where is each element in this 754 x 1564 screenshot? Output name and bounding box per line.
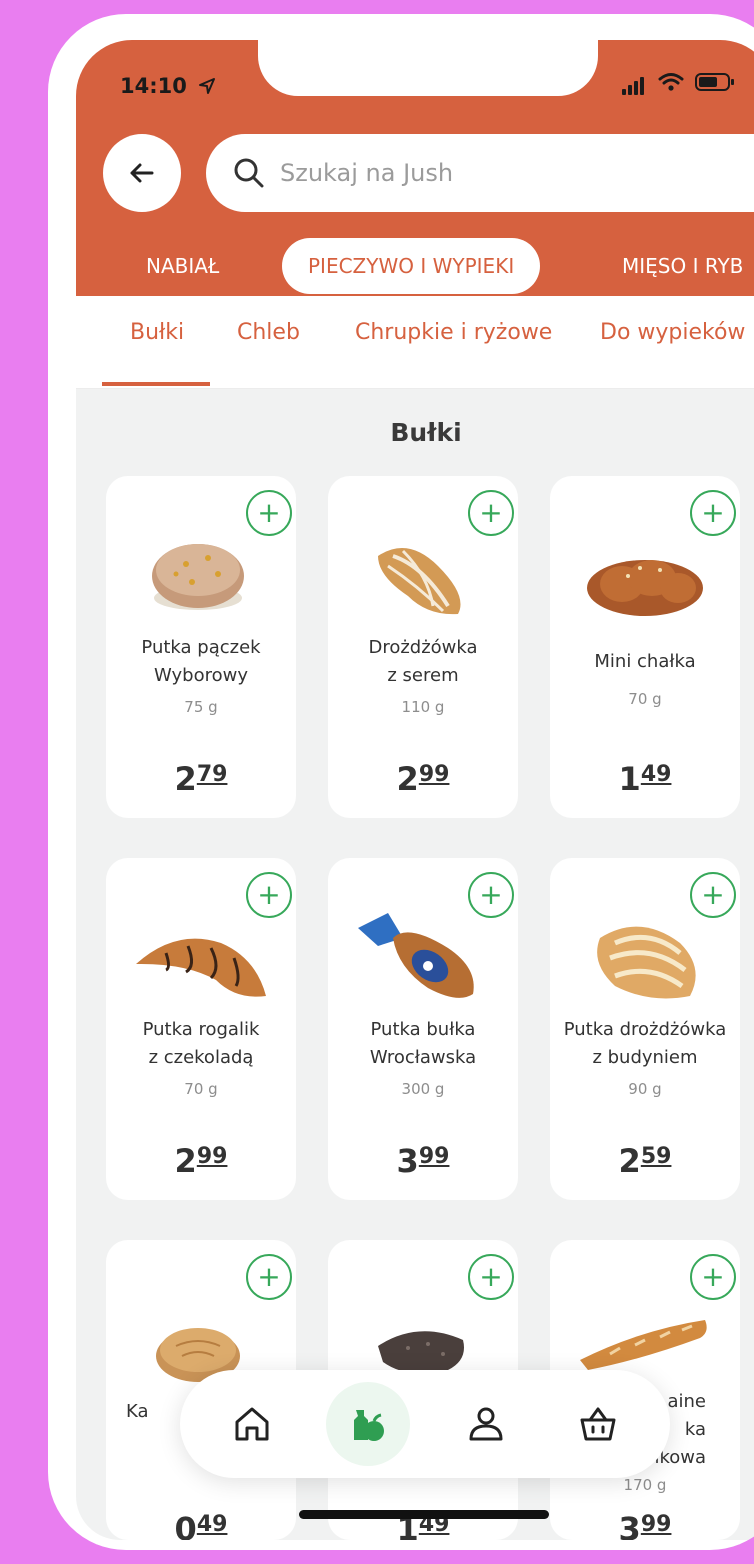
status-icons	[622, 72, 735, 95]
price-decimal: 99	[196, 1144, 228, 1169]
product-price: 259	[550, 1142, 740, 1180]
product-card[interactable]: + Mini chałka 70 g 149	[550, 476, 740, 818]
product-name-line: Mini chałka	[594, 651, 696, 672]
product-name: Putka bułka Wrocławska	[334, 1016, 512, 1072]
phone-frame: 14:10 Szukaj na Jush NABIAŁ PIECZYWO I W…	[48, 14, 754, 1550]
product-name-line: z czekoladą	[148, 1047, 254, 1068]
product-price: 399	[328, 1142, 518, 1180]
product-image-pastry	[378, 548, 461, 615]
product-name: Mini chałka	[556, 648, 734, 676]
price-integer: 3	[618, 1510, 641, 1540]
status-time-text: 14:10	[120, 74, 187, 98]
profile-icon	[469, 1407, 503, 1441]
price-integer: 2	[174, 760, 197, 798]
app-screen: 14:10 Szukaj na Jush NABIAŁ PIECZYWO I W…	[76, 40, 754, 1540]
subcategory-tabs: Bułki Chleb Chrupkie i ryżowe Do wypiekó…	[76, 296, 754, 389]
product-weight: 90 g	[628, 1080, 662, 1098]
product-image-croissant	[136, 938, 266, 997]
nav-profile[interactable]	[444, 1382, 528, 1466]
product-weight: 75 g	[184, 698, 218, 716]
location-arrow-icon	[199, 78, 216, 94]
product-name: Drożdżówka z serem	[334, 634, 512, 690]
search-input[interactable]: Szukaj na Jush	[206, 134, 754, 212]
product-name-line: z budyniem	[592, 1047, 698, 1068]
product-card[interactable]: + Putka pączek Wyborowy 75 g 279	[106, 476, 296, 818]
product-name-line: Putka drożdżówka	[563, 1019, 727, 1040]
product-name-line: Putka rogalik	[142, 1019, 260, 1040]
nav-groceries[interactable]	[326, 1382, 410, 1466]
back-button[interactable]	[103, 134, 181, 212]
category-tabs: NABIAŁ PIECZYWO I WYPIEKI MIĘSO I RYB	[76, 238, 754, 294]
status-time: 14:10	[120, 74, 216, 98]
price-decimal: 49	[640, 762, 672, 787]
product-weight: 110 g	[401, 698, 445, 716]
home-indicator	[299, 1510, 549, 1519]
price-integer: 0	[174, 1510, 197, 1540]
price-integer: 2	[618, 1142, 641, 1180]
product-price: 279	[106, 760, 296, 798]
product-name-line: Ka	[126, 1401, 149, 1422]
price-integer: 1	[618, 760, 641, 798]
product-image-danish	[597, 926, 696, 999]
subtab-chrupkie[interactable]: Chrupkie i ryżowe	[355, 320, 552, 345]
price-decimal: 59	[640, 1144, 672, 1169]
active-subtab-indicator	[102, 382, 210, 386]
product-price: 049	[106, 1510, 296, 1540]
product-name-line: Drożdżówka	[368, 637, 478, 658]
section-title: Bułki	[390, 418, 462, 447]
bottom-navigation	[180, 1370, 670, 1478]
home-icon	[235, 1407, 269, 1441]
price-decimal: 99	[418, 762, 450, 787]
price-integer: 2	[174, 1142, 197, 1180]
product-name-line: Putka bułka	[370, 1019, 476, 1040]
search-icon	[234, 158, 264, 188]
product-name-line: Putka pączek	[141, 637, 261, 658]
product-card[interactable]: + Drożdżówka z serem 110 g 299	[328, 476, 518, 818]
cellular-signal-icon	[622, 74, 652, 95]
nav-home[interactable]	[210, 1382, 294, 1466]
notch	[258, 40, 598, 96]
product-weight: 70 g	[184, 1080, 218, 1098]
product-price: 399	[550, 1510, 740, 1540]
price-integer: 3	[396, 1142, 419, 1180]
price-integer: 2	[396, 760, 419, 798]
product-image-challah	[587, 560, 703, 616]
subtab-bulki[interactable]: Bułki	[130, 320, 184, 345]
price-decimal: 79	[196, 762, 228, 787]
product-name: Putka drożdżówka z budyniem	[556, 1016, 734, 1072]
product-card[interactable]: + Putka drożdżówka z budyniem 90 g 259	[550, 858, 740, 1200]
product-weight: 70 g	[628, 690, 662, 708]
product-price: 299	[328, 760, 518, 798]
product-name-line: Wrocławska	[369, 1047, 477, 1068]
product-price: 149	[550, 760, 740, 798]
product-image-donut	[152, 544, 244, 610]
price-decimal: 49	[196, 1512, 228, 1537]
product-weight: 300 g	[401, 1080, 445, 1098]
back-arrow-icon	[130, 163, 154, 183]
battery-icon	[695, 73, 735, 91]
product-card[interactable]: + Putka rogalik z czekoladą 70 g 299	[106, 858, 296, 1200]
groceries-icon	[354, 1410, 384, 1441]
header: 14:10 Szukaj na Jush NABIAŁ PIECZYWO I W…	[76, 40, 754, 296]
nav-basket[interactable]	[556, 1382, 640, 1466]
wifi-icon	[658, 73, 684, 91]
product-name-line: Wyborowy	[154, 665, 248, 686]
product-price: 299	[106, 1142, 296, 1180]
basket-icon	[580, 1407, 616, 1441]
product-name: Putka pączek Wyborowy	[112, 634, 290, 690]
tab-category-pieczywo[interactable]: PIECZYWO I WYPIEKI	[282, 238, 541, 294]
product-name: Putka rogalik z czekoladą	[112, 1016, 290, 1072]
product-card[interactable]: + Putka bułka Wrocławska 300 g 399	[328, 858, 518, 1200]
product-name-line: z serem	[387, 665, 459, 686]
subtab-chleb[interactable]: Chleb	[237, 320, 300, 345]
product-weight: 170 g	[623, 1476, 667, 1494]
price-decimal: 99	[418, 1144, 450, 1169]
tab-category-nabial[interactable]: NABIAŁ	[146, 238, 219, 294]
price-decimal: 99	[640, 1512, 672, 1537]
subtab-do-wypiekow[interactable]: Do wypieków	[600, 320, 745, 345]
tab-category-mieso[interactable]: MIĘSO I RYB	[622, 238, 743, 294]
product-image-bread-bag	[358, 913, 474, 998]
product-name: Ka	[126, 1398, 149, 1426]
search-placeholder: Szukaj na Jush	[280, 159, 454, 187]
